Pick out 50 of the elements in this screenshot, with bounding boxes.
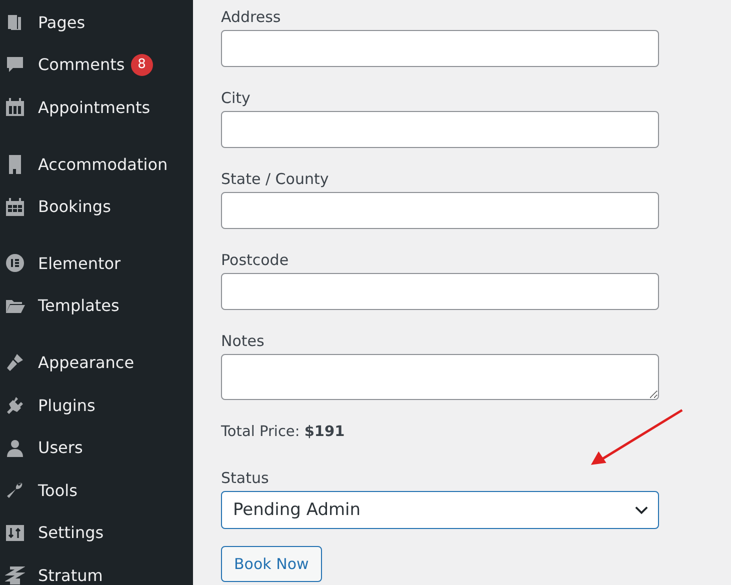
field-label: Address <box>221 7 281 27</box>
field-label: Postcode <box>221 250 289 270</box>
sidebar-item[interactable]: Users <box>0 426 193 469</box>
text-input-field[interactable] <box>221 30 659 67</box>
sidebar-item-label: Settings <box>38 523 104 542</box>
sidebar-item-label: Pages <box>38 12 86 32</box>
sidebar-item[interactable]: Comments 8 <box>0 44 193 86</box>
status-dropdown[interactable]: Pending Admin <box>221 491 659 529</box>
sidebar-item[interactable]: Bookings <box>0 185 193 228</box>
sidebar-item-label: Appointments <box>38 98 150 117</box>
total-price-text: Total Price: $191 <box>221 423 345 442</box>
sidebar-item-label: Comments <box>38 55 125 74</box>
sidebar-item-label: Stratum <box>38 566 103 585</box>
text-input-field[interactable] <box>221 273 659 310</box>
notes-textarea[interactable] <box>221 354 659 400</box>
sidebar-item-label: Templates <box>38 296 120 316</box>
sidebar-item[interactable]: Templates <box>0 284 193 328</box>
paintbrush-icon <box>5 352 25 372</box>
circle-logo-icon <box>5 253 25 274</box>
calendar-icon <box>5 196 25 217</box>
field-label: City <box>221 88 250 108</box>
sidebar-item-label: Elementor <box>38 254 121 273</box>
plug-icon <box>5 395 25 416</box>
field-label: State / County <box>221 169 329 189</box>
sidebar-item[interactable]: Appearance <box>0 341 193 384</box>
sidebar-item-label: Accommodation <box>38 154 168 174</box>
field-label: Notes <box>221 331 264 351</box>
count-badge: 8 <box>130 54 153 76</box>
sidebar-item-label: Tools <box>38 480 78 500</box>
sidebar-item[interactable]: Settings <box>0 512 193 554</box>
sidebar-item[interactable]: Pages <box>0 1 193 44</box>
field-label: Status <box>221 468 269 488</box>
sidebar-item[interactable]: Tools <box>0 468 193 512</box>
text-input-field[interactable] <box>221 192 659 229</box>
sidebar-item-label: Users <box>38 438 83 458</box>
chevron-down-icon <box>635 506 648 514</box>
book-now-button[interactable]: Book Now <box>221 546 322 582</box>
sidebar-item[interactable]: Plugins <box>0 384 193 426</box>
sidebar-item[interactable]: Elementor <box>0 242 193 285</box>
sliders-icon <box>5 522 25 543</box>
sidebar-item[interactable]: Appointments <box>0 86 193 129</box>
sidebar-item-label: Plugins <box>38 396 96 415</box>
sidebar-item[interactable]: Accommodation <box>0 142 193 186</box>
person-icon <box>5 438 25 458</box>
sidebar-item[interactable]: Stratum <box>0 554 193 585</box>
speech-bubble-icon <box>5 54 25 75</box>
sidebar-item-label: Appearance <box>38 352 134 372</box>
sidebar-item-label: Bookings <box>38 197 111 216</box>
text-input-field[interactable] <box>221 111 659 148</box>
calendar-icon <box>5 97 25 118</box>
